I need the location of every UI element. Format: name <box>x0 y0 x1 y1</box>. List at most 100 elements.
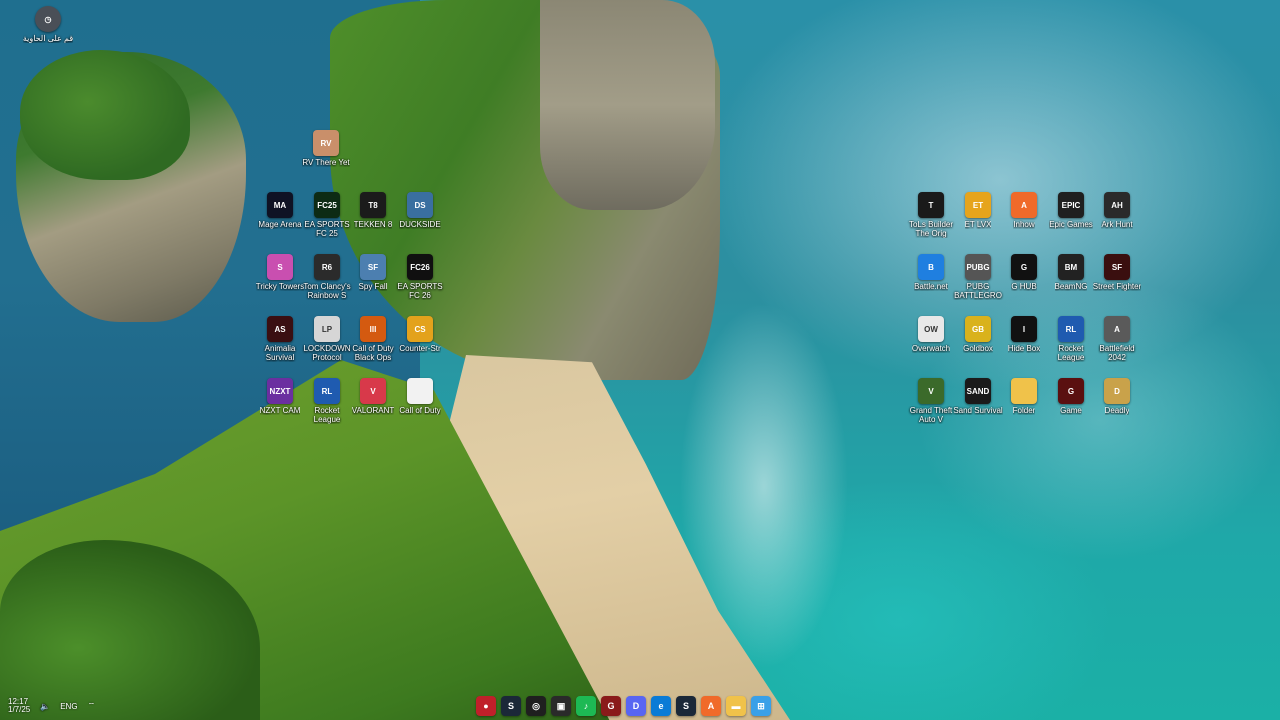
sand-icon: SAND <box>965 378 991 404</box>
taskbar-app-red-dot-icon[interactable]: ● <box>476 696 496 716</box>
rv-game-icon: RV <box>313 130 339 156</box>
desktop-shortcut[interactable]: AH Ark Hunt <box>1091 192 1143 229</box>
taskbar-arc-icon[interactable]: A <box>701 696 721 716</box>
desktop-shortcut-label: RV There Yet <box>302 158 350 167</box>
desktop-shortcut[interactable]: Call of Duty <box>394 378 446 415</box>
taskbar-capture-icon[interactable]: ▣ <box>551 696 571 716</box>
desktop-shortcut[interactable]: A Battlefield 2042 <box>1091 316 1143 362</box>
street-fighter-icon: SF <box>1104 254 1130 280</box>
desktop-shortcut-label: PUBG BATTLEGRO <box>954 282 1002 300</box>
cod-black-ops-icon: III <box>360 316 386 342</box>
desktop-shortcut-label: Tricky Towers <box>255 282 305 291</box>
battlefield-icon: A <box>1104 316 1130 342</box>
desktop-shortcut[interactable]: CS Counter-Str <box>394 316 446 353</box>
overwatch-icon: OW <box>918 316 944 342</box>
desktop-shortcut[interactable]: R6 Tom Clancy's Rainbow S <box>301 254 353 300</box>
system-tray: 12:17 1/7/25 🔈 ENG ⌔ <box>8 698 95 714</box>
taskbar-chrome-icon[interactable]: ◎ <box>526 696 546 716</box>
beamng-icon: BM <box>1058 254 1084 280</box>
taskbar-spotify-icon[interactable]: ♪ <box>576 696 596 716</box>
app-dark-icon: T <box>918 192 944 218</box>
taskbar-file-explorer-icon[interactable]: ▬ <box>726 696 746 716</box>
desktop-shortcut[interactable]: DS DUCKSIDE <box>394 192 446 229</box>
volume-icon[interactable]: 🔈 <box>40 702 50 711</box>
desktop-shortcut-label: Animalia Survival <box>264 344 296 362</box>
desktop-shortcut-label: قم على الحاوية <box>22 34 74 43</box>
file-icon <box>407 378 433 404</box>
desktop-shortcut[interactable]: B Battle.net <box>905 254 957 291</box>
desktop-shortcut-top-left[interactable]: ◷ قم على الحاوية <box>22 6 74 43</box>
desktop-shortcut[interactable]: G Game <box>1045 378 1097 415</box>
game-dark-icon: AH <box>1104 192 1130 218</box>
tekken8-icon: T8 <box>360 192 386 218</box>
game-red-icon: G <box>1058 378 1084 404</box>
desktop-shortcut[interactable]: SF Street Fighter <box>1091 254 1143 291</box>
desktop-shortcut[interactable]: RL Rocket League <box>1045 316 1097 362</box>
desktop-shortcut[interactable]: III Call of Duty Black Ops <box>347 316 399 362</box>
rocket-league-icon: RL <box>1058 316 1084 342</box>
desktop-shortcut[interactable]: MA Mage Arena <box>254 192 306 229</box>
desktop-shortcut[interactable]: OW Overwatch <box>905 316 957 353</box>
shield-game-icon: D <box>1104 378 1130 404</box>
desktop-shortcut[interactable]: BM BeamNG <box>1045 254 1097 291</box>
wifi-icon[interactable]: ⌔ <box>88 701 96 711</box>
clock-date: 1/7/25 <box>8 705 31 714</box>
taskbar-edge-icon[interactable]: e <box>651 696 671 716</box>
desktop-shortcut[interactable]: SAND Sand Survival <box>952 378 1004 415</box>
desktop-shortcut-label: Goldbox <box>963 344 993 353</box>
desktop-shortcut-label: Call of Duty <box>399 406 441 415</box>
desktop-shortcut-label: Battle.net <box>914 282 948 291</box>
mage-arena-icon: MA <box>267 192 293 218</box>
desktop-shortcut[interactable]: T ToLs Builder The Orig <box>905 192 957 238</box>
desktop-shortcut-label: DUCKSIDE <box>399 220 441 229</box>
desktop-shortcut[interactable]: Folder <box>998 378 1050 415</box>
desktop-shortcut[interactable]: FC25 EA SPORTS FC 25 <box>301 192 353 238</box>
desktop-shortcut[interactable]: LP LOCKDOWN Protocol <box>301 316 353 362</box>
desktop-shortcut[interactable]: G G HUB <box>998 254 1050 291</box>
desktop-shortcut-label: Mage Arena <box>258 220 302 229</box>
desktop-shortcut[interactable]: AS Animalia Survival <box>254 316 306 362</box>
taskbar-windows-icon[interactable]: ⊞ <box>751 696 771 716</box>
taskbar-steam-icon[interactable]: S <box>501 696 521 716</box>
desktop-shortcut-label: Overwatch <box>911 344 951 353</box>
desktop-shortcut[interactable]: S Tricky Towers <box>254 254 306 291</box>
rainbow-six-icon: R6 <box>314 254 340 280</box>
desktop-shortcut-label: EA SPORTS FC 26 <box>397 282 443 300</box>
desktop-shortcut-label: Grand Theft Auto V <box>909 406 953 424</box>
taskbar-steam-2-icon[interactable]: S <box>676 696 696 716</box>
desktop-shortcut-label: Tom Clancy's Rainbow S <box>303 282 351 300</box>
desktop-shortcut[interactable]: PUBG PUBG BATTLEGRO <box>952 254 1004 300</box>
desktop-shortcut-label: EA SPORTS FC 25 <box>304 220 350 238</box>
desktop-shortcut[interactable]: T8 TEKKEN 8 <box>347 192 399 229</box>
taskbar: 12:17 1/7/25 🔈 ENG ⌔ ● S ◎ ▣ ♪ G De S A ▬ ⊞ <box>0 692 1280 720</box>
desktop-shortcut-label: Call of Duty Black Ops <box>352 344 394 362</box>
desktop-shortcut-label: G HUB <box>1011 282 1037 291</box>
clock[interactable]: 12:17 1/7/25 <box>8 698 30 714</box>
taskbar-game-app-icon[interactable]: G <box>601 696 621 716</box>
desktop-shortcut[interactable]: SF Spy Fall <box>347 254 399 291</box>
desktop-shortcut[interactable]: RV RV There Yet <box>300 130 352 167</box>
logitech-ghub-icon: G <box>1011 254 1037 280</box>
rocket-league-icon: RL <box>314 378 340 404</box>
taskbar-discord-icon[interactable]: D <box>626 696 646 716</box>
desktop-shortcut[interactable]: V VALORANT <box>347 378 399 415</box>
desktop-shortcut[interactable]: A Inhow <box>998 192 1050 229</box>
nzxt-cam-icon: NZXT <box>267 378 293 404</box>
folder-icon <box>1011 378 1037 404</box>
desktop-shortcut[interactable]: I Hide Box <box>998 316 1050 353</box>
desktop-shortcut[interactable]: V Grand Theft Auto V <box>905 378 957 424</box>
desktop-shortcut[interactable]: FC26 EA SPORTS FC 26 <box>394 254 446 300</box>
desktop-shortcut[interactable]: D Deadly <box>1091 378 1143 415</box>
desktop-shortcut-label: Sand Survival <box>953 406 1003 415</box>
desktop-shortcut[interactable]: ET ET LVX <box>952 192 1004 229</box>
desktop-shortcut[interactable]: RL Rocket League <box>301 378 353 424</box>
desktop-shortcut[interactable]: GB Goldbox <box>952 316 1004 353</box>
language-indicator[interactable]: ENG <box>60 702 77 711</box>
desktop-shortcut[interactable]: NZXT NZXT CAM <box>254 378 306 415</box>
recycle-circle-icon: ◷ <box>35 6 61 32</box>
desktop-shortcut-label: Inhow <box>1013 220 1035 229</box>
desktop-shortcut-label: Street Fighter <box>1092 282 1142 291</box>
desktop-shortcut-label: Ark Hunt <box>1101 220 1133 229</box>
ea-fc25-icon: FC25 <box>314 192 340 218</box>
desktop-shortcut[interactable]: EPIC Epic Games <box>1045 192 1097 229</box>
